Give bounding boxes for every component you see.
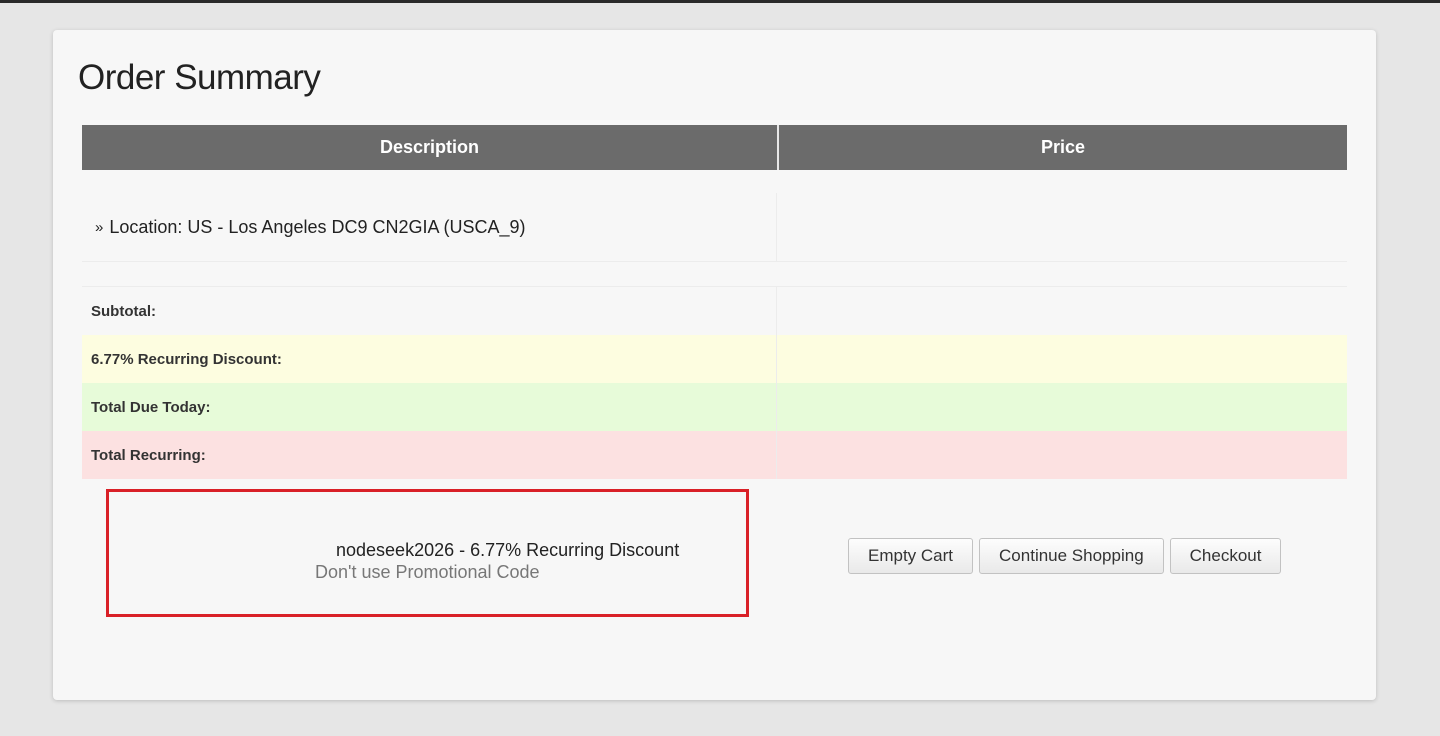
item-description-cell: » Location: US - Los Angeles DC9 CN2GIA … (82, 193, 777, 261)
empty-cart-button[interactable]: Empty Cart (848, 538, 974, 574)
total-recurring-label: Total Recurring: (82, 431, 777, 479)
total-recurring-row: Total Recurring: (82, 431, 1347, 479)
item-price-cell (777, 193, 1347, 261)
subtotal-label: Subtotal: (82, 287, 777, 335)
top-border (0, 0, 1440, 3)
subtotal-value (777, 287, 1347, 335)
column-header-price: Price (1040, 137, 1086, 157)
remove-promo-link[interactable]: Don't use Promotional Code (315, 562, 540, 583)
page-title: Order Summary (78, 58, 321, 97)
total-recurring-value (777, 431, 1347, 479)
order-table: Description Price » Location: US - Los A… (82, 125, 1347, 479)
table-header: Description Price (82, 125, 1347, 170)
checkout-button[interactable]: Checkout (1169, 538, 1282, 574)
subtotal-row: Subtotal: (82, 287, 1347, 335)
continue-shopping-button[interactable]: Continue Shopping (979, 538, 1164, 574)
discount-row: 6.77% Recurring Discount: (82, 335, 1347, 383)
total-due-value (777, 383, 1347, 431)
column-header-description: Description (82, 125, 779, 170)
table-row: » Location: US - Los Angeles DC9 CN2GIA … (82, 193, 1347, 262)
item-description: Location: US - Los Angeles DC9 CN2GIA (U… (109, 216, 526, 237)
total-due-label: Total Due Today: (82, 383, 777, 431)
discount-value (777, 335, 1347, 383)
discount-label: 6.77% Recurring Discount: (82, 335, 777, 383)
order-summary-panel: Order Summary Description Price » Locati… (53, 30, 1376, 700)
applied-promo-code: nodeseek2026 - 6.77% Recurring Discount (336, 540, 680, 560)
promo-code-box: nodeseek2026 - 6.77% Recurring Discount … (106, 489, 749, 617)
chevron-right-icon: » (95, 218, 104, 236)
cart-actions: Empty Cart Continue Shopping Checkout (848, 538, 1282, 574)
total-due-row: Total Due Today: (82, 383, 1347, 431)
